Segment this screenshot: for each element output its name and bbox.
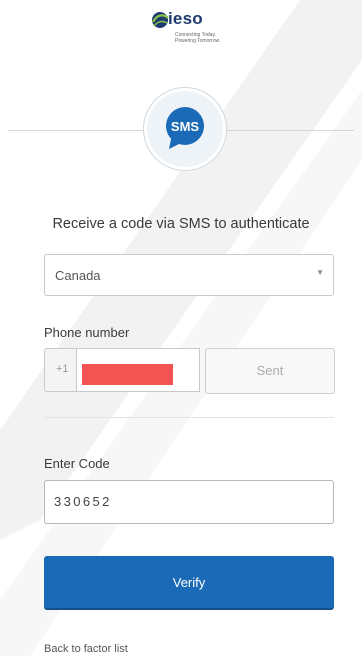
phone-number-label: Phone number xyxy=(44,325,130,340)
sms-factor-badge: SMS xyxy=(143,87,227,171)
page-heading: Receive a code via SMS to authenticate xyxy=(52,216,310,232)
verify-button[interactable]: Verify xyxy=(44,556,334,610)
country-select[interactable]: Canada ▼ xyxy=(44,254,334,296)
sms-badge-label: SMS xyxy=(171,119,200,134)
country-code-prefix: +1 xyxy=(44,348,76,392)
country-code-text: +1 xyxy=(56,363,69,375)
back-to-factor-list-link[interactable]: Back to factor list xyxy=(44,643,128,655)
redacted-phone-number xyxy=(82,364,173,385)
ieso-logo: ieso Connecting Today. Powering Tomorrow… xyxy=(150,8,240,58)
country-select-value: Canada xyxy=(55,268,101,283)
verification-code-value: 330652 xyxy=(54,494,112,509)
logo-word: ieso xyxy=(168,9,203,28)
section-divider xyxy=(44,417,334,418)
phone-number-input[interactable] xyxy=(76,348,200,392)
enter-code-label: Enter Code xyxy=(44,456,110,471)
globe-icon xyxy=(152,12,169,28)
chevron-down-icon: ▼ xyxy=(316,268,324,277)
sms-bubble-icon: SMS xyxy=(166,107,204,149)
logo-tagline: Connecting Today. Powering Tomorrow. xyxy=(175,32,221,44)
send-code-button[interactable]: Sent xyxy=(205,348,335,394)
verification-code-input[interactable]: 330652 xyxy=(44,480,334,524)
